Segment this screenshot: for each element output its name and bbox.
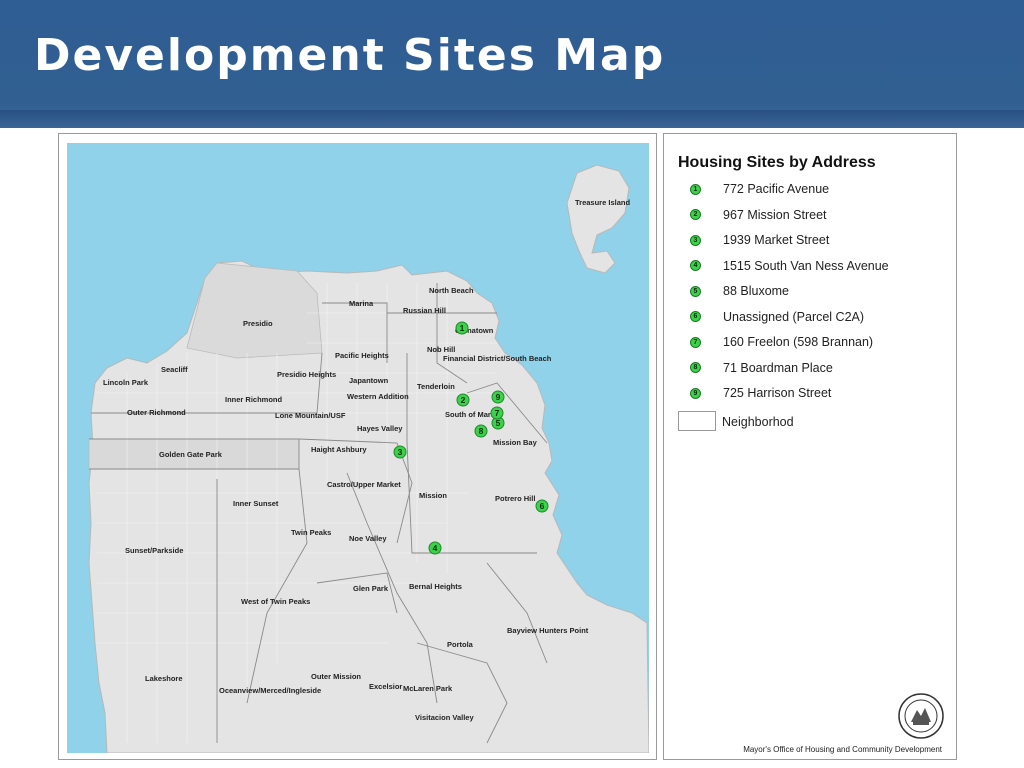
legend-item-label: 160 Freelon (598 Brannan) [723, 335, 874, 349]
neighborhood-label: West of Twin Peaks [241, 597, 310, 606]
site-marker-number: 8 [479, 426, 484, 436]
neighborhood-label: Inner Sunset [233, 499, 279, 508]
neighborhood-label: Tenderloin [417, 382, 455, 391]
neighborhood-label: Oceanview/Merced/Ingleside [219, 686, 321, 695]
legend-item: 4 1515 South Van Ness Avenue [690, 256, 889, 276]
map-canvas: Treasure Island North Beach Marina Russian … [67, 143, 649, 753]
neighborhood-label: Seacliff [161, 365, 188, 374]
legend-item-label: Unassigned (Parcel C2A) [723, 309, 865, 324]
site-marker-9[interactable]: 9 [491, 390, 505, 404]
legend-marker-icon: 7 [690, 336, 701, 348]
neighborhood-label: Pacific Heights [335, 351, 389, 360]
city-seal-icon [898, 693, 944, 739]
neighborhood-label: Outer Mission [311, 672, 361, 681]
legend-marker-icon: 9 [690, 387, 701, 399]
legend-item-label: 725 Harrison Street [723, 386, 832, 400]
legend-item: 1 772 Pacific Avenue [690, 179, 829, 199]
site-marker-number: 4 [433, 543, 438, 553]
neighborhood-label: Golden Gate Park [159, 450, 223, 459]
map-frame: Treasure Island North Beach Marina Russian … [58, 133, 657, 760]
neighborhood-label: Mission [419, 491, 447, 500]
neighborhood-label: McLaren Park [403, 684, 453, 693]
treasure-island [566, 164, 630, 274]
site-marker-number: 9 [496, 392, 501, 402]
legend-marker-icon: 5 [690, 285, 701, 297]
page-title: Development Sites Map [34, 30, 666, 81]
legend-item-label: 1515 South Van Ness Avenue [723, 258, 889, 273]
legend-item-label: 1939 Market Street [723, 233, 830, 247]
slide-header: Development Sites Map [0, 0, 1024, 128]
legend-marker-icon: 8 [690, 362, 701, 373]
neighborhood-label: Glen Park [353, 584, 389, 593]
neighborhood-label: Haight Ashbury [311, 445, 367, 454]
legend-marker-icon: 3 [690, 234, 701, 246]
legend-item-label: 71 Boardman Place [723, 360, 833, 375]
site-marker-number: 5 [496, 418, 501, 428]
legend-item: 3 1939 Market Street [690, 230, 829, 250]
header-shade [0, 110, 1024, 128]
legend-item: 2 967 Mission Street [690, 205, 827, 225]
neighborhood-label: Inner Richmond [225, 395, 283, 404]
neighborhood-label: Presidio [243, 319, 273, 328]
site-marker-number: 7 [495, 408, 500, 418]
neighborhood-label: North Beach [429, 286, 474, 295]
neighborhood-label: Russian Hill [403, 306, 446, 315]
neighborhood-label: Portola [447, 640, 474, 649]
site-marker-1[interactable]: 1 [455, 321, 469, 335]
legend-item: 6 Unassigned (Parcel C2A) [690, 307, 864, 327]
site-marker-4[interactable]: 4 [428, 541, 442, 555]
legend-item: 8 71 Boardman Place [690, 358, 833, 378]
neighborhood-label: Castro/Upper Market [327, 480, 401, 489]
neighborhood-label: Bernal Heights [409, 582, 462, 591]
site-marker-2[interactable]: 2 [456, 393, 470, 407]
site-marker-number: 2 [461, 395, 466, 405]
site-marker-3[interactable]: 3 [393, 445, 407, 459]
neighborhood-label: Financial District/South Beach [443, 354, 552, 363]
legend-item: 7 160 Freelon (598 Brannan) [690, 332, 873, 352]
legend-marker-icon: 2 [690, 209, 701, 220]
neighborhood-label: Nob Hill [427, 345, 455, 354]
site-marker-8[interactable]: 8 [474, 424, 488, 438]
neighborhood-label: Outer Richmond [127, 408, 186, 417]
credit-text: Mayor's Office of Housing and Community … [743, 745, 942, 754]
neighborhood-label: Visitacion Valley [415, 713, 474, 722]
legend-panel: Housing Sites by Address 1 772 Pacific Av… [663, 133, 957, 760]
site-marker-number: 6 [540, 501, 545, 511]
neighborhood-label: Noe Valley [349, 534, 387, 543]
neighborhood-label: Treasure Island [575, 198, 630, 207]
site-marker-number: 1 [460, 323, 465, 333]
neighborhood-label: Lincoln Park [103, 378, 149, 387]
neighborhood-label: Twin Peaks [291, 528, 331, 537]
legend-title: Housing Sites by Address [678, 154, 876, 171]
neighborhood-label: Presidio Heights [277, 370, 336, 379]
legend-item-label: 88 Bluxome [723, 284, 790, 298]
site-marker-6[interactable]: 6 [535, 499, 549, 513]
neighborhood-label: Lone Mountain/USF [275, 411, 346, 420]
legend-item: 5 88 Bluxome [690, 281, 789, 301]
neighborhood-label: Potrero Hill [495, 494, 535, 503]
neighborhood-label: Western Addition [347, 392, 409, 401]
presidio-area [186, 262, 323, 359]
site-marker-7[interactable]: 7 [490, 406, 504, 420]
neighborhood-label: Marina [349, 299, 374, 308]
site-marker-number: 3 [398, 447, 403, 457]
neighborhood-label: Mission Bay [493, 438, 538, 447]
legend-item-label: 967 Mission Street [723, 207, 827, 222]
san-francisco-map: Treasure Island North Beach Marina Russian … [88, 164, 649, 753]
neighborhood-label: Sunset/Parkside [125, 546, 183, 555]
legend-item-label: 772 Pacific Avenue [723, 182, 830, 196]
neighborhood-label: Japantown [349, 376, 389, 385]
legend-marker-icon: 1 [690, 183, 701, 195]
neighborhood-label: Lakeshore [145, 674, 183, 683]
neighborhood-label: Excelsior [369, 682, 402, 691]
legend-marker-icon: 4 [690, 260, 701, 271]
legend-marker-icon: 6 [690, 311, 701, 322]
neighborhood-label: Bayview Hunters Point [507, 626, 589, 635]
neighborhood-swatch [678, 411, 716, 431]
neighborhood-label: Hayes Valley [357, 424, 403, 433]
neighborhood-legend-label: Neighborhod [722, 415, 794, 429]
legend-item: 9 725 Harrison Street [690, 383, 831, 403]
